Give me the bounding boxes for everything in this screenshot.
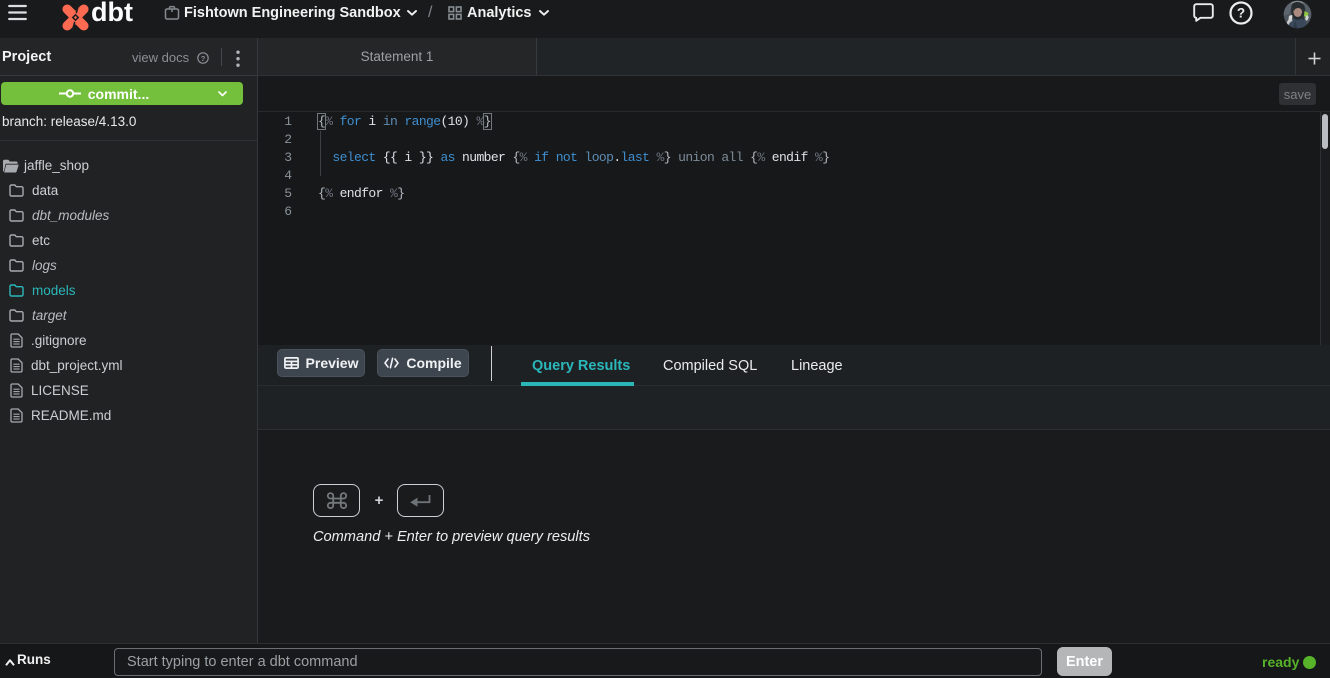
svg-text:?: ?: [1237, 6, 1245, 21]
svg-text:?: ?: [201, 54, 206, 63]
